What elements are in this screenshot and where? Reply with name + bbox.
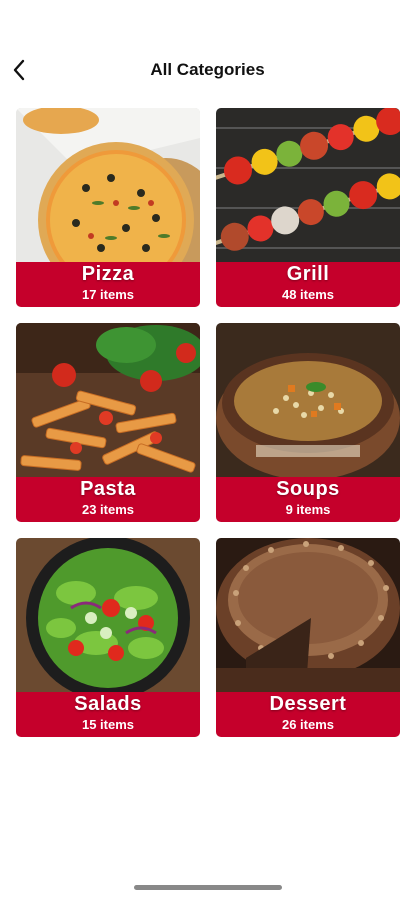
grill-image <box>216 108 400 262</box>
category-name: Soups <box>276 478 340 500</box>
category-count: 15 items <box>81 717 135 732</box>
category-label-band: Grill 48 items <box>216 262 400 307</box>
category-count: 26 items <box>281 717 335 732</box>
category-card-pasta[interactable]: Pasta 23 items <box>16 323 200 522</box>
category-card-grill[interactable]: Grill 48 items <box>216 108 400 307</box>
category-label-band: Pizza 17 items <box>16 262 200 307</box>
home-indicator[interactable] <box>134 885 282 890</box>
category-count: 9 items <box>285 502 331 517</box>
category-label-band: Dessert 26 items <box>216 692 400 737</box>
page-title: All Categories <box>150 60 265 79</box>
category-label-band: Pasta 23 items <box>16 477 200 522</box>
top-bar: All Categories <box>0 50 415 90</box>
category-count: 17 items <box>81 287 135 302</box>
dessert-image <box>216 538 400 692</box>
category-card-pizza[interactable]: Pizza 17 items <box>16 108 200 307</box>
category-name: Grill <box>286 263 330 285</box>
category-card-salads[interactable]: Salads 15 items <box>16 538 200 737</box>
salads-image <box>16 538 200 692</box>
category-count: 48 items <box>281 287 335 302</box>
category-name: Pasta <box>80 478 136 500</box>
category-count: 23 items <box>81 502 135 517</box>
category-card-dessert[interactable]: Dessert 26 items <box>216 538 400 737</box>
pasta-image <box>16 323 200 477</box>
category-name: Salads <box>74 693 142 715</box>
category-name: Pizza <box>81 263 135 285</box>
category-card-soups[interactable]: Soups 9 items <box>216 323 400 522</box>
category-label-band: Soups 9 items <box>216 477 400 522</box>
pizza-image <box>16 108 200 262</box>
soups-image <box>216 323 400 477</box>
category-label-band: Salads 15 items <box>16 692 200 737</box>
category-name: Dessert <box>269 693 347 715</box>
